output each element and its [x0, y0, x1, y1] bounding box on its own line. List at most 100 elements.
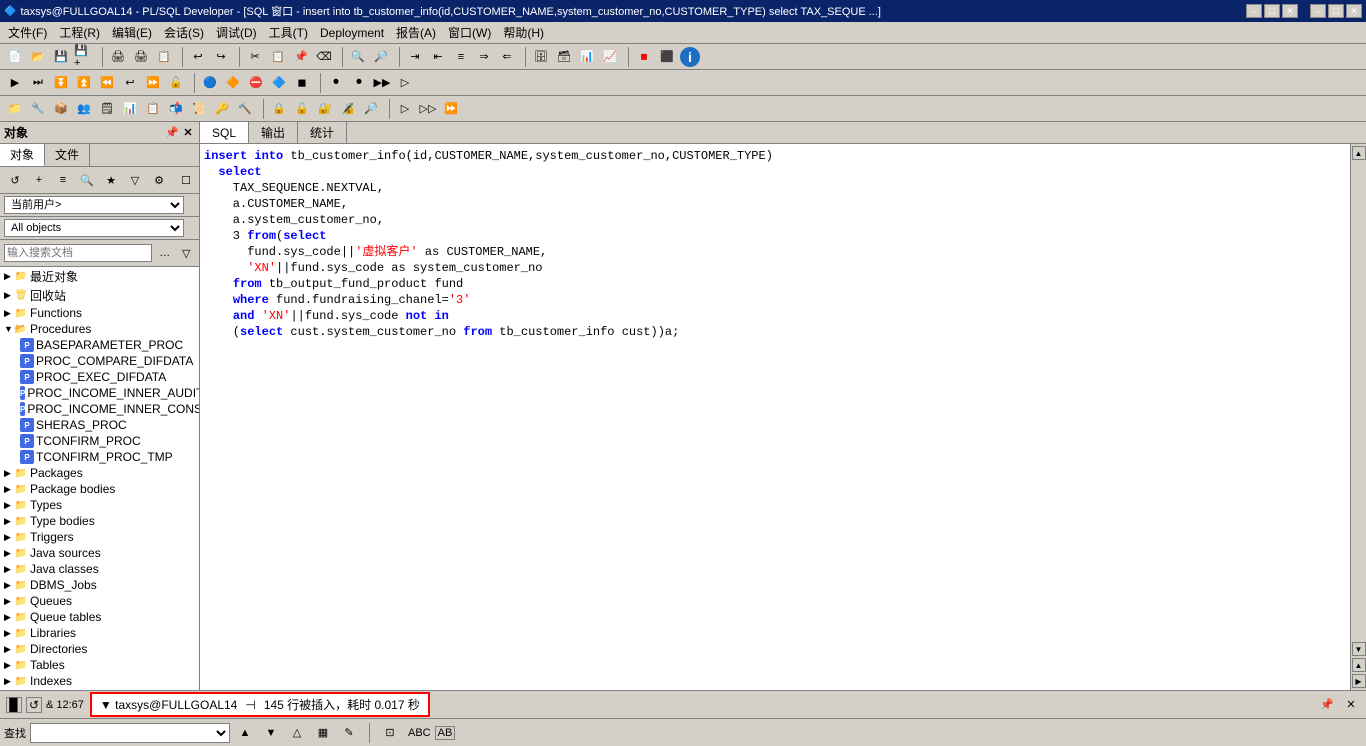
- inner-min-btn[interactable]: –: [1246, 4, 1262, 18]
- tree-types[interactable]: ▶ 📁 Types: [0, 497, 199, 513]
- tree-triggers[interactable]: ▶ 📁 Triggers: [0, 529, 199, 545]
- find2-btn[interactable]: 🔎: [370, 46, 392, 68]
- tree-recent-objects[interactable]: ▶ 📁 最近对象: [0, 267, 199, 286]
- tb2-12[interactable]: 🔷: [268, 72, 290, 94]
- scroll-up-btn[interactable]: ▲: [1352, 146, 1366, 160]
- tab-file[interactable]: 文件: [45, 144, 90, 166]
- tb3-11[interactable]: 🔨: [234, 98, 256, 120]
- indent-btn[interactable]: ⇥: [404, 46, 426, 68]
- tab-output[interactable]: 输出: [249, 122, 298, 143]
- print3-btn[interactable]: 📋: [153, 46, 175, 68]
- lt-star[interactable]: ★: [100, 169, 122, 191]
- menu-help[interactable]: 帮助(H): [497, 22, 550, 43]
- tb3-13[interactable]: 🔓: [291, 98, 313, 120]
- lt-search[interactable]: 🔍: [76, 169, 98, 191]
- menu-window[interactable]: 窗口(W): [442, 22, 497, 43]
- tb3-8[interactable]: 📬: [165, 98, 187, 120]
- scroll-right-btn[interactable]: ▶: [1352, 674, 1366, 688]
- lt-expand[interactable]: ☐: [177, 171, 195, 189]
- tb3-17[interactable]: ▷: [394, 98, 416, 120]
- tb2-5[interactable]: ⏪: [96, 72, 118, 94]
- search-go-btn[interactable]: …: [154, 242, 175, 264]
- tree-queues[interactable]: ▶ 📁 Queues: [0, 593, 199, 609]
- tree-dbms-jobs[interactable]: ▶ 📁 DBMS_Jobs: [0, 577, 199, 593]
- tb2-10[interactable]: 🔶: [222, 72, 244, 94]
- lt-settings[interactable]: ⚙: [148, 169, 170, 191]
- copy-btn[interactable]: 📋: [267, 46, 289, 68]
- find-down-btn[interactable]: ▼: [260, 722, 282, 744]
- tb3-7[interactable]: 📋: [142, 98, 164, 120]
- find-edit-btn[interactable]: ✎: [338, 722, 360, 744]
- undo-btn[interactable]: ↩: [187, 46, 209, 68]
- tree-directories[interactable]: ▶ 📁 Directories: [0, 641, 199, 657]
- tree-indexes[interactable]: ▶ 📁 Indexes: [0, 673, 199, 689]
- tree-packages[interactable]: ▶ 📁 Packages: [0, 465, 199, 481]
- tree-proc-8[interactable]: P TCONFIRM_PROC_TMP: [0, 449, 199, 465]
- menu-tools[interactable]: 工具(T): [263, 22, 314, 43]
- db3-btn[interactable]: 📊: [576, 46, 598, 68]
- dock-close-btn[interactable]: ✕: [1340, 694, 1362, 716]
- find-clear-btn[interactable]: △: [286, 722, 308, 744]
- user-dropdown[interactable]: 当前用户>: [4, 196, 184, 214]
- menu-debug[interactable]: 调试(D): [210, 22, 263, 43]
- tb2-2[interactable]: ⏭: [27, 72, 49, 94]
- find-input[interactable]: [30, 723, 230, 743]
- menu-report[interactable]: 报告(A): [390, 22, 442, 43]
- tree-tables[interactable]: ▶ 📁 Tables: [0, 657, 199, 673]
- max-btn[interactable]: □: [1328, 4, 1344, 18]
- inner-close-btn[interactable]: ✕: [1282, 4, 1298, 18]
- tab-stats[interactable]: 统计: [298, 122, 347, 143]
- lt-add[interactable]: +: [28, 169, 50, 191]
- tree-java-sources[interactable]: ▶ 📁 Java sources: [0, 545, 199, 561]
- format-btn[interactable]: ⌫: [313, 46, 335, 68]
- tb2-11[interactable]: ⛔: [245, 72, 267, 94]
- tb2-13[interactable]: ◼: [291, 72, 313, 94]
- tree-libraries[interactable]: ▶ 📁 Libraries: [0, 625, 199, 641]
- tb3-2[interactable]: 🔧: [27, 98, 49, 120]
- db2-btn[interactable]: 🗃: [553, 46, 575, 68]
- tb3-10[interactable]: 🔑: [211, 98, 233, 120]
- open-btn[interactable]: 📂: [27, 46, 49, 68]
- scroll-up2-btn[interactable]: ▲: [1352, 658, 1366, 672]
- mode-btn[interactable]: ⊡: [376, 722, 404, 744]
- search-input[interactable]: [4, 244, 152, 262]
- tree-proc-1[interactable]: P BASEPARAMETER_PROC: [0, 337, 199, 353]
- tab-sql[interactable]: SQL: [200, 122, 249, 143]
- find-format-btn[interactable]: ▦: [312, 722, 334, 744]
- inner-max-btn[interactable]: □: [1264, 4, 1280, 18]
- tb3-3[interactable]: 📦: [50, 98, 72, 120]
- tree-java-classes[interactable]: ▶ 📁 Java classes: [0, 561, 199, 577]
- menu-file[interactable]: 文件(F): [2, 22, 53, 43]
- cut-btn[interactable]: ✂: [244, 46, 266, 68]
- tb3-19[interactable]: ⏩: [440, 98, 462, 120]
- lt-eq[interactable]: ≡: [52, 169, 74, 191]
- tb3-12[interactable]: 🔒: [268, 98, 290, 120]
- align-btn[interactable]: ≡: [450, 46, 472, 68]
- search-filter-btn[interactable]: ▽: [177, 242, 195, 264]
- tb2-15[interactable]: ⏺: [348, 72, 370, 94]
- tree-procedures[interactable]: ▼ 📂 Procedures: [0, 321, 199, 337]
- tb3-5[interactable]: 🗒: [96, 98, 118, 120]
- tree-functions[interactable]: ▶ 📁 Functions: [0, 305, 199, 321]
- save-btn[interactable]: 💾: [50, 46, 72, 68]
- lt-refresh[interactable]: ↺: [4, 169, 26, 191]
- tb2-1[interactable]: ▶: [4, 72, 26, 94]
- sql-editor[interactable]: insert into tb_customer_info(id,CUSTOMER…: [200, 144, 1350, 690]
- print2-btn[interactable]: 🖨: [130, 46, 152, 68]
- outdent2-btn[interactable]: ⇐: [496, 46, 518, 68]
- tree-proc-7[interactable]: P TCONFIRM_PROC: [0, 433, 199, 449]
- tb2-8[interactable]: 🔓: [165, 72, 187, 94]
- tree-queue-tables[interactable]: ▶ 📁 Queue tables: [0, 609, 199, 625]
- tb2-9[interactable]: 🔵: [199, 72, 221, 94]
- tree-proc-2[interactable]: P PROC_COMPARE_DIFDATA: [0, 353, 199, 369]
- dock-pin-btn[interactable]: 📌: [1316, 694, 1338, 716]
- tb3-16[interactable]: 🔎: [360, 98, 382, 120]
- tb3-9[interactable]: 📜: [188, 98, 210, 120]
- run2-btn[interactable]: ⬛: [656, 46, 678, 68]
- paste-btn[interactable]: 📌: [290, 46, 312, 68]
- save-all-btn[interactable]: 💾+: [73, 46, 95, 68]
- tb3-6[interactable]: 📊: [119, 98, 141, 120]
- tb3-4[interactable]: 👥: [73, 98, 95, 120]
- tree-proc-6[interactable]: P SHERAS_PROC: [0, 417, 199, 433]
- db4-btn[interactable]: 📈: [599, 46, 621, 68]
